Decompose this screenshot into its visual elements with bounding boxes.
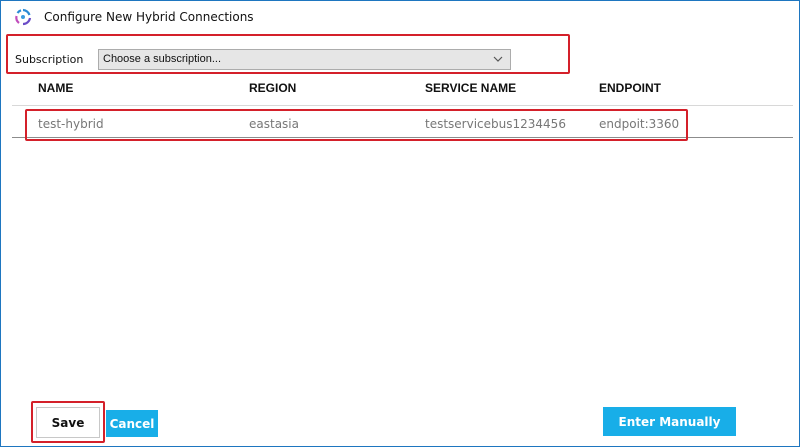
window-title: Configure New Hybrid Connections xyxy=(44,10,254,24)
subscription-label: Subscription xyxy=(15,53,84,66)
chevron-down-icon xyxy=(492,53,504,65)
column-header-name[interactable]: NAME xyxy=(38,81,73,95)
column-header-service-name[interactable]: SERVICE NAME xyxy=(425,81,516,95)
save-button[interactable]: Save xyxy=(36,407,100,438)
subscription-dropdown[interactable]: Choose a subscription... xyxy=(98,49,511,70)
dialog-window: Configure New Hybrid Connections Subscri… xyxy=(0,0,800,447)
table-header: NAME REGION SERVICE NAME ENDPOINT xyxy=(1,79,799,99)
hybrid-connection-icon xyxy=(14,8,32,26)
row-highlight xyxy=(25,109,688,141)
column-header-endpoint[interactable]: ENDPOINT xyxy=(599,81,661,95)
cancel-button[interactable]: Cancel xyxy=(106,410,158,437)
title-bar: Configure New Hybrid Connections xyxy=(1,1,799,33)
enter-manually-button[interactable]: Enter Manually xyxy=(603,407,736,436)
column-header-region[interactable]: REGION xyxy=(249,81,296,95)
subscription-selected-value: Choose a subscription... xyxy=(103,53,222,65)
